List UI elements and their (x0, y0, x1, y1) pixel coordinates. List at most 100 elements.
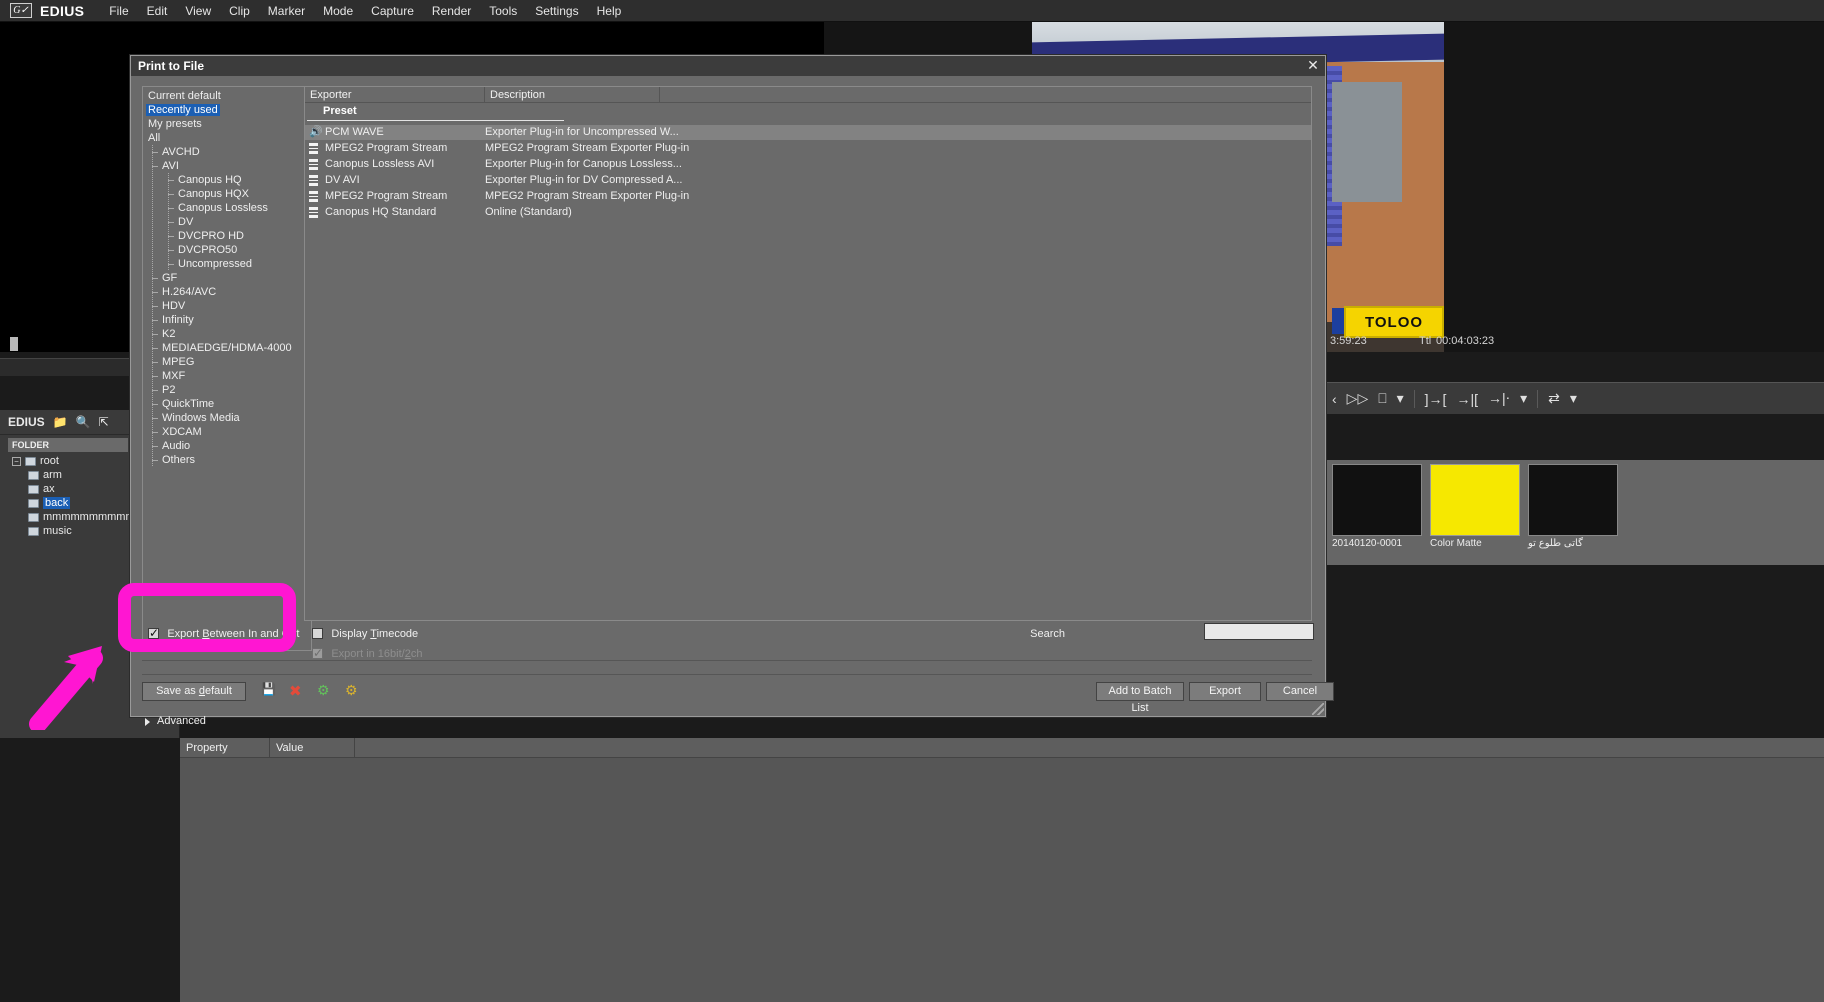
preset-row[interactable]: Canopus HQ Standard Online (Standard) (305, 205, 1311, 220)
category-avi[interactable]: AVI (143, 159, 311, 173)
cancel-button[interactable]: Cancel (1266, 682, 1334, 701)
category-canopus-hqx[interactable]: Canopus HQX (143, 187, 311, 201)
tree-tick (152, 334, 158, 335)
folder-icon[interactable]: 📁 (53, 415, 68, 429)
category-quicktime[interactable]: QuickTime (143, 397, 311, 411)
caret-left-icon[interactable]: ‹ (1332, 391, 1337, 407)
bin-thumbnail-video[interactable] (1332, 464, 1422, 536)
category-gf[interactable]: GF (143, 271, 311, 285)
category-p2[interactable]: P2 (143, 383, 311, 397)
save-as-default-button[interactable]: Save as default (142, 682, 246, 701)
category-mediaedge-hdma-4000[interactable]: MEDIAEDGE/HDMA-4000 (143, 341, 311, 355)
category-audio[interactable]: Audio (143, 439, 311, 453)
column-description[interactable]: Description (485, 87, 660, 103)
menu-file[interactable]: File (100, 2, 137, 20)
display-timecode-checkbox-group[interactable]: Display Timecode (312, 626, 418, 640)
preset-row[interactable]: MPEG2 Program Stream MPEG2 Program Strea… (305, 189, 1311, 204)
new-preset-icon[interactable]: ⚙ (317, 682, 337, 702)
category-label: Windows Media (162, 412, 240, 424)
category-others[interactable]: Others (143, 453, 311, 467)
category-canopus-hq[interactable]: Canopus HQ (143, 173, 311, 187)
monitor-icon[interactable]: ⎕ (1378, 390, 1386, 407)
category-mxf[interactable]: MXF (143, 369, 311, 383)
player-scrub-bar[interactable] (0, 358, 130, 731)
menu-help[interactable]: Help (588, 2, 631, 20)
search-input[interactable] (1204, 623, 1314, 640)
play-forward-icon[interactable]: ▷▷ (1347, 390, 1369, 407)
bin-thumbnail-title[interactable] (1528, 464, 1618, 536)
category-windows-media[interactable]: Windows Media (143, 411, 311, 425)
category-current-default[interactable]: Current default (143, 89, 311, 103)
advanced-disclosure[interactable]: Advanced (145, 715, 206, 727)
category-xdcam[interactable]: XDCAM (143, 425, 311, 439)
tree-tick (152, 390, 158, 391)
export-between-checkbox-group[interactable]: Export Between In and Out (148, 626, 299, 640)
bottom-left-filler (0, 738, 180, 1002)
export-button[interactable]: Export (1189, 682, 1261, 701)
resize-grip-icon[interactable] (1312, 703, 1324, 715)
menu-view[interactable]: View (176, 2, 220, 20)
menu-edit[interactable]: Edit (138, 2, 177, 20)
category-uncompressed[interactable]: Uncompressed (143, 257, 311, 271)
menu-mode[interactable]: Mode (314, 2, 362, 20)
category-label: AVI (162, 160, 179, 172)
dropdown-caret-icon[interactable]: ▾ (1397, 390, 1404, 407)
close-icon[interactable]: ✕ (1305, 58, 1321, 74)
delete-preset-icon[interactable]: ✖ (289, 682, 309, 702)
mark-in-icon[interactable]: ]→[ (1425, 391, 1447, 407)
set-in-out-icon[interactable]: →|⋅ (1488, 390, 1510, 407)
export-between-checkbox[interactable] (148, 626, 159, 640)
column-exporter[interactable]: Exporter (305, 87, 485, 103)
menu-render[interactable]: Render (423, 2, 480, 20)
menu-marker[interactable]: Marker (259, 2, 314, 20)
audio-icon: 🔊 (309, 126, 323, 138)
preset-row[interactable]: 🔊 PCM WAVE Exporter Plug-in for Uncompre… (305, 125, 1311, 140)
add-to-batch-list-button[interactable]: Add to Batch List (1096, 682, 1184, 714)
loop-icon[interactable]: ⇄ (1548, 390, 1560, 407)
category-dvcpro50[interactable]: DVCPRO50 (143, 243, 311, 257)
category-dvcpro-hd[interactable]: DVCPRO HD (143, 229, 311, 243)
preset-row[interactable]: MPEG2 Program Stream MPEG2 Program Strea… (305, 141, 1311, 156)
preset-category-tree[interactable]: Current default Recently used My presets… (142, 86, 312, 651)
preset-row[interactable]: DV AVI Exporter Plug-in for DV Compresse… (305, 173, 1311, 188)
category-all[interactable]: All (143, 131, 311, 145)
mark-out-icon[interactable]: →|[ (1456, 391, 1478, 407)
tree-tick (168, 222, 174, 223)
annotation-arrow (29, 646, 103, 730)
property-column-spacer (355, 738, 1824, 758)
menu-settings[interactable]: Settings (526, 2, 587, 20)
menu-clip[interactable]: Clip (220, 2, 259, 20)
category-recently-used[interactable]: Recently used (143, 103, 311, 117)
category-my-presets[interactable]: My presets (143, 117, 311, 131)
category-k2[interactable]: K2 (143, 327, 311, 341)
category-mpeg[interactable]: MPEG (143, 355, 311, 369)
up-folder-icon[interactable]: ⇱ (99, 415, 109, 429)
category-label: Canopus Lossless (178, 202, 268, 214)
search-icon[interactable]: 🔍 (76, 415, 91, 429)
category-label: DVCPRO HD (178, 230, 245, 242)
expander-icon[interactable]: − (12, 456, 21, 466)
edit-preset-icon[interactable]: ⚙ (345, 682, 365, 702)
preset-description: Online (Standard) (485, 206, 572, 218)
category-dv[interactable]: DV (143, 215, 311, 229)
menu-tools[interactable]: Tools (480, 2, 526, 20)
preset-row[interactable]: Canopus Lossless AVI Exporter Plug-in fo… (305, 157, 1311, 172)
category-label: DV (178, 216, 194, 228)
category-label: XDCAM (162, 426, 202, 438)
category-label: Infinity (162, 314, 194, 326)
display-timecode-checkbox[interactable] (312, 628, 323, 640)
caret2-icon[interactable]: ▾ (1570, 390, 1577, 407)
property-grid-header: Property Value (180, 738, 1824, 758)
caret-icon[interactable]: ▾ (1520, 390, 1527, 407)
bin-thumbnail-color-matte[interactable] (1430, 464, 1520, 536)
save-preset-icon[interactable]: 💾 (261, 682, 281, 702)
category-label: Current default (148, 90, 221, 102)
category-infinity[interactable]: Infinity (143, 313, 311, 327)
category-avchd[interactable]: AVCHD (143, 145, 311, 159)
print-to-file-dialog: Print to File ✕ Current default Recently… (130, 55, 1334, 727)
menu-capture[interactable]: Capture (362, 2, 423, 20)
category-hdv[interactable]: HDV (143, 299, 311, 313)
category-canopus-lossless[interactable]: Canopus Lossless (143, 201, 311, 215)
film-icon (309, 175, 318, 186)
category-h264-avc[interactable]: H.264/AVC (143, 285, 311, 299)
